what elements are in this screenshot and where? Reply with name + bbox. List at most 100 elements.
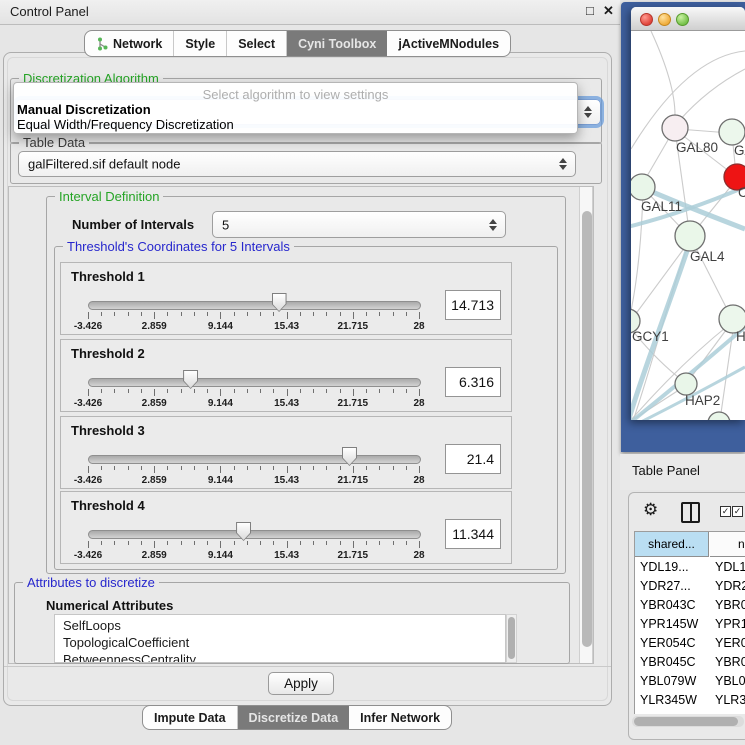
numerical-attributes-list[interactable]: SelfLoops TopologicalCoefficient Betweenne… <box>54 614 506 663</box>
slider-scale-label: 21.715 <box>338 550 369 561</box>
slider-tick-mark <box>406 466 407 470</box>
slider-tick-mark <box>128 312 129 316</box>
table-row[interactable]: YBL079WYBL0 <box>635 672 745 691</box>
slider-tick-mark <box>247 312 248 316</box>
apply-button[interactable]: Apply <box>268 672 334 695</box>
algorithm-option-manual[interactable]: Manual Discretization <box>17 102 151 117</box>
threshold-slider-track[interactable] <box>88 530 421 539</box>
tab-network[interactable]: Network <box>85 31 174 56</box>
threshold-slider-track[interactable] <box>88 455 421 464</box>
number-of-intervals-value: 5 <box>222 217 229 232</box>
slider-tick-mark <box>181 466 182 470</box>
threshold-value-field[interactable]: 14.713 <box>445 290 501 320</box>
network-node-hap2[interactable] <box>675 373 697 395</box>
table-data-combo[interactable]: galFiltered.sif default node <box>18 151 576 177</box>
slider-scale-label: 2.859 <box>142 398 167 409</box>
slider-tick-mark <box>141 541 142 545</box>
number-of-intervals-combo[interactable]: 5 <box>212 211 506 238</box>
gear-icon[interactable]: ⚙ <box>643 501 658 518</box>
zoom-window-icon[interactable] <box>676 13 689 26</box>
checkbox-icon[interactable]: ✓ <box>720 506 731 517</box>
column-header-name[interactable]: n <box>710 532 745 557</box>
slider-tick-mark <box>393 466 394 470</box>
cell-name: YLR3 <box>715 691 745 710</box>
slider-scale-label: 21.715 <box>338 398 369 409</box>
slider-tick-mark <box>88 466 89 473</box>
columns-icon[interactable] <box>681 502 700 523</box>
threshold-value-field[interactable]: 11.344 <box>445 519 501 549</box>
slider-tick-mark <box>273 389 274 393</box>
network-edge[interactable] <box>651 31 675 115</box>
close-panel-button[interactable]: ✕ <box>603 3 614 19</box>
tab-cyni-toolbox[interactable]: Cyni Toolbox <box>287 31 387 56</box>
slider-tick-mark <box>114 389 115 393</box>
horizontal-scrollbar-thumb[interactable] <box>634 717 738 726</box>
tab-style[interactable]: Style <box>174 31 227 56</box>
algorithm-option-equal-width[interactable]: Equal Width/Frequency Discretization <box>17 117 234 132</box>
slider-tick-mark <box>393 312 394 316</box>
bottom-tab-impute-data[interactable]: Impute Data <box>143 706 238 729</box>
threshold-value-field[interactable]: 21.4 <box>445 444 501 474</box>
table-row[interactable]: YER054CYER0 <box>635 634 745 653</box>
slider-tick-mark <box>366 389 367 393</box>
attributes-list-scrollbar[interactable] <box>506 614 517 663</box>
table-row[interactable]: YIL052CYIL0 <box>635 710 745 714</box>
bottom-tab-infer-network[interactable]: Infer Network <box>349 706 451 729</box>
slider-tick-mark <box>300 466 301 470</box>
float-window-button[interactable]: □ <box>586 3 594 18</box>
vertical-scrollbar[interactable] <box>579 187 593 663</box>
threshold-slider-track[interactable] <box>88 301 421 310</box>
network-node-gal11[interactable] <box>631 174 655 200</box>
table-row[interactable]: YBR045CYBR0 <box>635 653 745 672</box>
threshold-slider-track[interactable] <box>88 378 421 387</box>
attributes-list-scrollbar-thumb[interactable] <box>508 617 515 659</box>
network-canvas[interactable]: GAL80GACGAL11GAL4GCY1HHAP2 <box>631 31 745 420</box>
tab-label: Style <box>185 37 215 51</box>
slider-tick-mark <box>287 312 288 319</box>
network-edge[interactable] <box>632 239 691 319</box>
algorithm-popup-placeholder: Select algorithm to view settings <box>14 87 577 102</box>
tab-jactivemnodules[interactable]: jActiveMNodules <box>387 31 510 56</box>
slider-scale-label: 21.715 <box>338 321 369 332</box>
network-window-titlebar[interactable] <box>631 7 745 31</box>
minimize-window-icon[interactable] <box>658 13 671 26</box>
horizontal-scrollbar[interactable] <box>632 716 744 727</box>
table-row[interactable]: YDR27...YDR2 <box>635 577 745 596</box>
cell-shared-name: YIL052C <box>640 710 689 714</box>
cell-name: YPR1 <box>715 615 745 634</box>
network-view-window: GAL80GACGAL11GAL4GCY1HHAP2 <box>631 7 745 420</box>
network-node-ga[interactable] <box>719 119 745 145</box>
network-node-gal80[interactable] <box>662 115 688 141</box>
slider-tick-mark <box>88 389 89 396</box>
close-window-icon[interactable] <box>640 13 653 26</box>
slider-tick-mark <box>194 541 195 545</box>
slider-tick-mark <box>419 312 420 319</box>
attribute-list-item[interactable]: SelfLoops <box>63 618 121 633</box>
table-row[interactable]: YLR345WYLR3 <box>635 691 745 710</box>
column-header-shared-name[interactable]: shared... <box>635 532 709 557</box>
slider-tick-mark <box>340 541 341 545</box>
threshold-panel-3: Threshold 3-3.4262.8599.14415.4321.71528… <box>60 416 512 489</box>
vertical-scrollbar-thumb[interactable] <box>582 211 592 647</box>
cell-name: YBR0 <box>715 653 745 672</box>
cell-name: YDL1 <box>715 558 745 577</box>
network-node-gal4[interactable] <box>675 221 705 251</box>
thresholds-group-title: Threshold's Coordinates for 5 Intervals <box>63 239 294 254</box>
network-node[interactable] <box>708 412 730 420</box>
slider-scale-label: 15.43 <box>274 550 299 561</box>
slider-tick-mark <box>340 312 341 316</box>
table-row[interactable]: YBR043CYBR0 <box>635 596 745 615</box>
checkbox-icon[interactable]: ✓ <box>732 506 743 517</box>
node-table: shared... n YDL19...YDL1YDR27...YDR2YBR0… <box>634 531 745 714</box>
bottom-tab-discretize-data[interactable]: Discretize Data <box>238 706 350 729</box>
slider-tick-mark <box>154 541 155 548</box>
slider-tick-mark <box>273 541 274 545</box>
table-row[interactable]: YPR145WYPR1 <box>635 615 745 634</box>
table-row[interactable]: YDL19...YDL1 <box>635 558 745 577</box>
attribute-list-item[interactable]: TopologicalCoefficient <box>63 635 189 650</box>
threshold-value-field[interactable]: 6.316 <box>445 367 501 397</box>
tab-select[interactable]: Select <box>227 31 287 56</box>
threshold-label: Threshold 4 <box>71 498 145 513</box>
slider-tick-mark <box>181 312 182 316</box>
attribute-list-item[interactable]: BetweennessCentrality <box>63 652 196 663</box>
